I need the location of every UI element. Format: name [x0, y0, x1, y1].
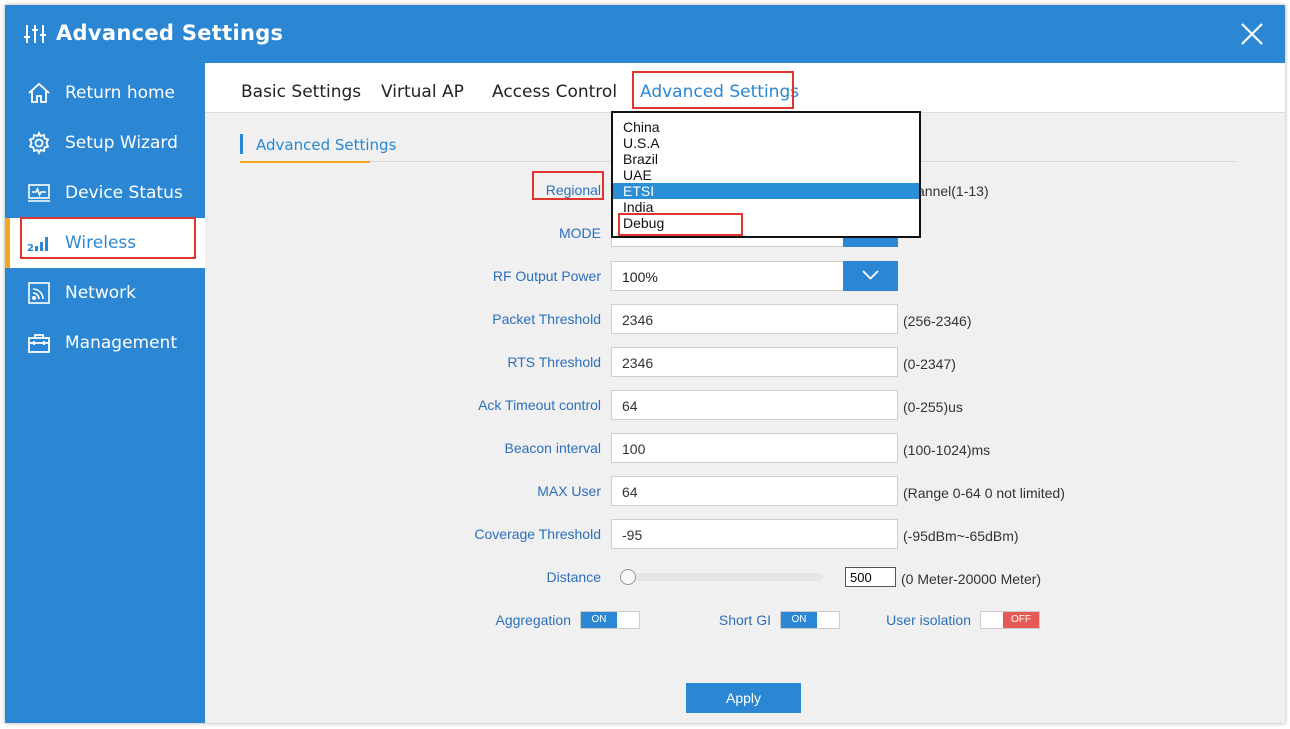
- user-isolation-toggle[interactable]: OFF: [980, 611, 1040, 629]
- dropdown-option-china[interactable]: China: [613, 119, 919, 135]
- tab-bar: Basic Settings Virtual AP Access Control…: [205, 63, 1285, 113]
- sidebar-item-return-home[interactable]: Return home: [5, 68, 205, 118]
- max-user-label: MAX User: [537, 483, 601, 499]
- distance-label: Distance: [546, 569, 601, 585]
- home-icon: [28, 82, 50, 103]
- sidebar-item-management[interactable]: Management: [5, 318, 205, 368]
- coverage-threshold-input[interactable]: -95: [611, 519, 898, 549]
- network-icon: [28, 282, 50, 304]
- distance-slider-handle[interactable]: [620, 569, 636, 585]
- user-isolation-toggle-state: OFF: [1003, 612, 1039, 628]
- regional-dropdown[interactable]: China U.S.A Brazil UAE ETSI India Debug: [611, 111, 921, 238]
- rts-threshold-input[interactable]: 2346: [611, 347, 898, 377]
- packet-threshold-label: Packet Threshold: [492, 311, 601, 327]
- sidebar-item-wireless[interactable]: 2 Wireless: [5, 218, 205, 268]
- sidebar-item-label: Return home: [65, 83, 176, 103]
- gear-icon: [28, 131, 50, 155]
- section-title: Advanced Settings: [256, 136, 397, 154]
- rf-output-power-select[interactable]: 100%: [611, 261, 898, 291]
- section-accent-bar: [240, 134, 243, 154]
- ack-timeout-label: Ack Timeout control: [478, 397, 601, 413]
- tab-virtual-ap[interactable]: Virtual AP: [381, 82, 464, 102]
- sidebar: Return home Setup Wizard Device Status 2…: [5, 63, 205, 723]
- beacon-interval-input[interactable]: 100: [611, 433, 898, 463]
- chevron-down-icon: [862, 270, 879, 280]
- rf-output-power-label: RF Output Power: [492, 268, 601, 284]
- ack-timeout-hint: (0-255)us: [903, 399, 963, 415]
- coverage-threshold-label: Coverage Threshold: [474, 526, 601, 542]
- rts-threshold-label: RTS Threshold: [507, 354, 601, 370]
- dropdown-option-usa[interactable]: U.S.A: [613, 135, 919, 151]
- toolbox-icon: [28, 334, 50, 353]
- window-title: Advanced Settings: [56, 21, 284, 45]
- sidebar-item-network[interactable]: Network: [5, 268, 205, 318]
- coverage-threshold-hint: (-95dBm~-65dBm): [903, 528, 1019, 544]
- rf-output-power-value: 100%: [622, 269, 658, 285]
- window-header: Advanced Settings: [5, 5, 1285, 63]
- user-isolation-label: User isolation: [886, 612, 971, 628]
- monitor-icon: [28, 184, 50, 202]
- advanced-settings-window: Advanced Settings Return home Setup Wiza…: [5, 5, 1285, 723]
- sidebar-item-label: Management: [65, 333, 177, 353]
- mode-label: MODE: [559, 225, 601, 241]
- channel-hint: annel(1-13): [917, 183, 989, 199]
- dropdown-option-etsi[interactable]: ETSI: [613, 183, 919, 199]
- tab-basic-settings[interactable]: Basic Settings: [241, 82, 361, 102]
- dropdown-option-india[interactable]: India: [613, 199, 919, 215]
- dropdown-option-uae[interactable]: UAE: [613, 167, 919, 183]
- dropdown-option-brazil[interactable]: Brazil: [613, 151, 919, 167]
- wireless-signal-icon: 2: [27, 237, 48, 254]
- rf-output-power-arrow[interactable]: [843, 261, 898, 291]
- distance-hint: (0 Meter-20000 Meter): [901, 571, 1042, 587]
- sidebar-item-label: Wireless: [65, 233, 137, 253]
- max-user-hint: (Range 0-64 0 not limited): [903, 485, 1065, 501]
- section-underline: [240, 161, 370, 163]
- beacon-interval-hint: (100-1024)ms: [903, 442, 991, 458]
- svg-text:2: 2: [27, 243, 34, 254]
- sidebar-item-label: Network: [65, 283, 136, 303]
- ack-timeout-input[interactable]: 64: [611, 390, 898, 420]
- sidebar-item-label: Setup Wizard: [65, 133, 178, 153]
- rts-threshold-hint: (0-2347): [903, 356, 956, 372]
- distance-input[interactable]: 500: [845, 567, 896, 587]
- distance-slider-track[interactable]: [620, 573, 823, 581]
- beacon-interval-label: Beacon interval: [504, 440, 601, 456]
- regional-label: Regional: [545, 182, 601, 198]
- sliders-icon: [24, 25, 46, 43]
- packet-threshold-hint: (256-2346): [903, 313, 972, 329]
- tab-access-control[interactable]: Access Control: [492, 82, 617, 102]
- max-user-input[interactable]: 64: [611, 476, 898, 506]
- tab-advanced-settings[interactable]: Advanced Settings: [640, 82, 799, 102]
- packet-threshold-input[interactable]: 2346: [611, 304, 898, 334]
- close-icon[interactable]: [1239, 21, 1265, 47]
- sidebar-item-device-status[interactable]: Device Status: [5, 168, 205, 218]
- sidebar-item-setup-wizard[interactable]: Setup Wizard: [5, 118, 205, 168]
- sidebar-item-label: Device Status: [65, 183, 183, 203]
- dropdown-option-debug[interactable]: Debug: [613, 215, 919, 231]
- apply-button[interactable]: Apply: [686, 683, 801, 713]
